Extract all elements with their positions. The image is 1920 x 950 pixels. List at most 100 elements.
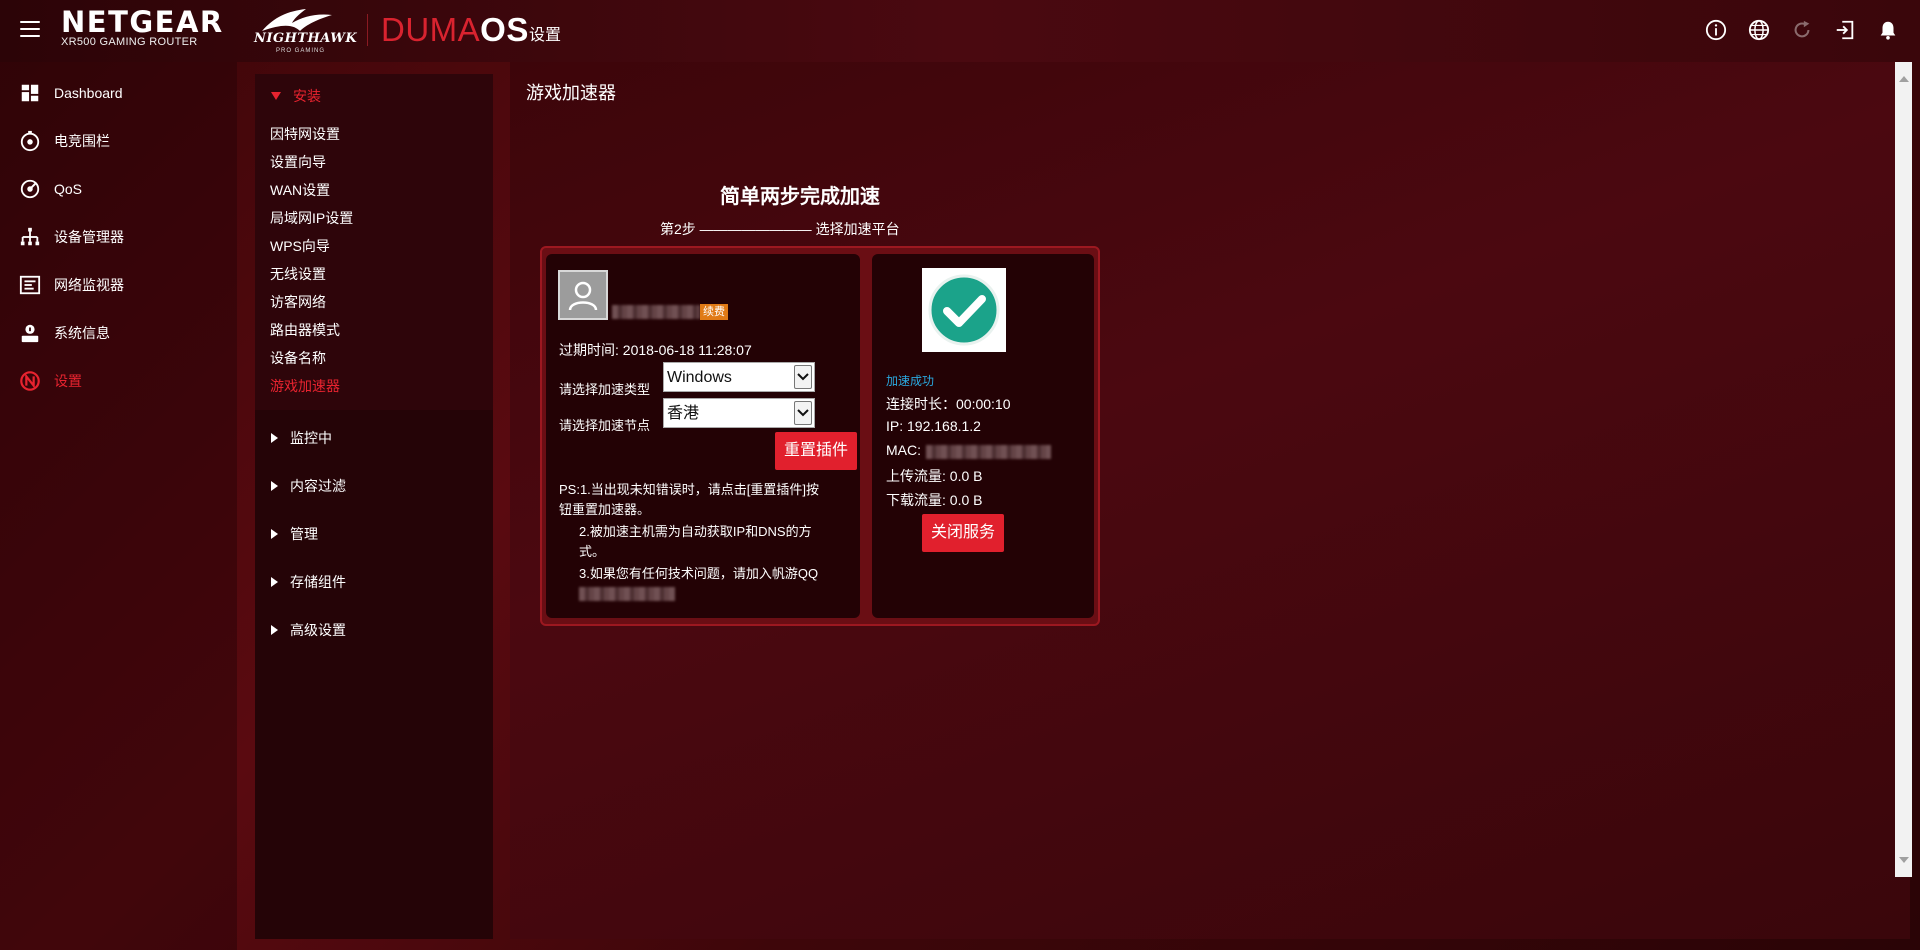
subnav-section-monitoring[interactable]: 监控中: [271, 428, 332, 448]
mac-label: MAC:: [886, 442, 921, 458]
sub-brand-name: NIGHTHAWK: [254, 31, 358, 46]
sidebar-item-device-manager[interactable]: 设备管理器: [0, 215, 237, 259]
expire-time: 过期时间: 2018-06-18 11:28:07: [559, 342, 752, 358]
device-manager-icon: [18, 225, 42, 249]
redacted-qq: [579, 587, 675, 601]
sidebar-item-system-info[interactable]: 系统信息: [0, 311, 237, 355]
brand-logo: NETGEAR XR500 GAMING ROUTER: [61, 6, 224, 48]
collapsed-arrow-icon: [271, 433, 278, 443]
collapsed-arrow-icon: [271, 481, 278, 491]
qos-icon: [18, 177, 42, 201]
connect-time: 连接时长：00:00:10: [886, 396, 1011, 412]
subnav-link-wan[interactable]: WAN设置: [270, 180, 330, 200]
os-name-part1: DUMA: [381, 11, 481, 48]
sidebar-item-dashboard[interactable]: Dashboard: [0, 71, 237, 115]
redacted-mac: [926, 445, 1051, 459]
refresh-icon[interactable]: [1790, 18, 1814, 42]
status-card: 加速成功 连接时长：00:00:10 IP: 192.168.1.2 MAC: …: [872, 254, 1094, 618]
subnav-link-setup-wizard[interactable]: 设置向导: [270, 152, 326, 172]
sidebar-item-qos[interactable]: QoS: [0, 167, 237, 211]
subnav-section-content-filter[interactable]: 内容过滤: [271, 476, 346, 496]
chevron-down-icon: [794, 365, 812, 389]
subnav-link-lan-ip[interactable]: 局域网IP设置: [270, 208, 353, 228]
info-icon[interactable]: [1704, 18, 1728, 42]
accel-type-select[interactable]: Windows: [663, 362, 815, 392]
scrollbar[interactable]: [1895, 62, 1912, 877]
subnav-link-internet[interactable]: 因特网设置: [270, 124, 340, 144]
ip-address: IP: 192.168.1.2: [886, 418, 981, 434]
dumaos-logo: DUMAOS: [381, 10, 529, 50]
sidebar-item-label: QoS: [54, 181, 83, 197]
subnav-section-management[interactable]: 管理: [271, 524, 318, 544]
subnav-link-game-accelerator[interactable]: 游戏加速器: [270, 376, 340, 396]
note-line-1: PS:1.当出现未知错误时，请点击[重置插件]按: [559, 482, 820, 497]
subnav-section-install[interactable]: 安装: [271, 86, 321, 106]
sidebar-item-label: 电竞围栏: [54, 133, 110, 149]
subnav-section-label: 存储组件: [290, 574, 346, 590]
node-label: 请选择加速节点: [559, 418, 651, 433]
type-label: 请选择加速类型: [559, 382, 651, 397]
sub-brand-tag: PRO GAMING: [276, 48, 326, 54]
sidebar-item-network-monitor[interactable]: 网络监视器: [0, 263, 237, 307]
menu-icon[interactable]: [20, 21, 40, 37]
scroll-down-arrow-icon[interactable]: [1899, 857, 1909, 863]
sidebar-item-label: 设备管理器: [54, 229, 124, 245]
main-panel: 游戏加速器 简单两步完成加速 第2步 ———————— 选择加速平台 续费 过期…: [510, 62, 1912, 939]
dashboard-icon: [18, 81, 42, 105]
accel-type-value: Windows: [667, 369, 732, 386]
bell-icon[interactable]: [1876, 18, 1900, 42]
upload-traffic: 上传流量: 0.0 B: [886, 468, 983, 484]
sidebar-item-label: Dashboard: [54, 85, 123, 101]
success-image: [922, 268, 1006, 352]
plugin-step: 第2步 ———————— 选择加速平台: [660, 221, 900, 237]
sidebar-item-label: 网络监视器: [54, 277, 124, 293]
geofence-icon: [18, 129, 42, 153]
collapsed-arrow-icon: [271, 577, 278, 587]
subnav-link-device-name[interactable]: 设备名称: [270, 348, 326, 368]
stop-service-button[interactable]: 关闭服务: [922, 514, 1004, 552]
logout-icon[interactable]: [1833, 18, 1857, 42]
account-card: 续费 过期时间: 2018-06-18 11:28:07 请选择加速类型 Win…: [546, 254, 860, 618]
collapsed-arrow-icon: [271, 529, 278, 539]
subnav-open-section: 安装 因特网设置 设置向导 WAN设置 局域网IP设置 WPS向导 无线设置 访…: [255, 74, 493, 410]
nighthawk-logo: NIGHTHAWK PRO GAMING: [254, 7, 357, 55]
page-title: 游戏加速器: [526, 83, 616, 103]
header-divider: [367, 14, 368, 46]
subnav-section-label: 管理: [290, 526, 318, 542]
reset-plugin-button[interactable]: 重置插件: [775, 432, 857, 470]
accel-node-select[interactable]: 香港: [663, 398, 815, 428]
subnav-section-label: 内容过滤: [290, 478, 346, 494]
brand-name: NETGEAR: [61, 5, 224, 39]
check-circle-icon: [928, 274, 1000, 346]
accel-node-value: 香港: [667, 405, 700, 422]
subnav-section-advanced[interactable]: 高级设置: [271, 620, 346, 640]
collapsed-arrow-icon: [271, 625, 278, 635]
accelerator-plugin: 续费 过期时间: 2018-06-18 11:28:07 请选择加速类型 Win…: [540, 246, 1100, 626]
sidebar-item-geofence[interactable]: 电竞围栏: [0, 119, 237, 163]
sidebar-item-settings[interactable]: 设置: [0, 359, 237, 403]
globe-icon[interactable]: [1747, 18, 1771, 42]
renew-badge[interactable]: 续费: [700, 304, 728, 320]
hawk-icon: [262, 9, 332, 31]
subnav-section-storage[interactable]: 存储组件: [271, 572, 346, 592]
header-page-title: 设置: [529, 27, 562, 44]
note-line-2: 2.被加速主机需为自动获取IP和DNS的方: [579, 524, 812, 539]
top-bar: NETGEAR XR500 GAMING ROUTER NIGHTHAWK PR…: [0, 0, 1920, 62]
system-info-icon: [18, 321, 42, 345]
subnav-link-wps[interactable]: WPS向导: [270, 236, 330, 256]
settings-icon: [18, 369, 42, 393]
status-text: 加速成功: [886, 374, 935, 388]
sidebar-item-label: 系统信息: [54, 325, 110, 341]
avatar: [558, 270, 608, 320]
sidebar-item-label: 设置: [54, 373, 82, 389]
subnav-section-label: 安装: [293, 88, 321, 104]
note-line-2b: 式。: [579, 544, 606, 559]
scroll-up-arrow-icon[interactable]: [1899, 76, 1909, 82]
redacted-account: [612, 305, 700, 319]
subnav-link-wireless[interactable]: 无线设置: [270, 264, 326, 284]
subnav-link-guest[interactable]: 访客网络: [270, 292, 326, 312]
user-icon: [568, 281, 598, 311]
expanded-arrow-icon: [271, 92, 281, 100]
network-monitor-icon: [18, 273, 42, 297]
subnav-link-router-mode[interactable]: 路由器模式: [270, 320, 340, 340]
